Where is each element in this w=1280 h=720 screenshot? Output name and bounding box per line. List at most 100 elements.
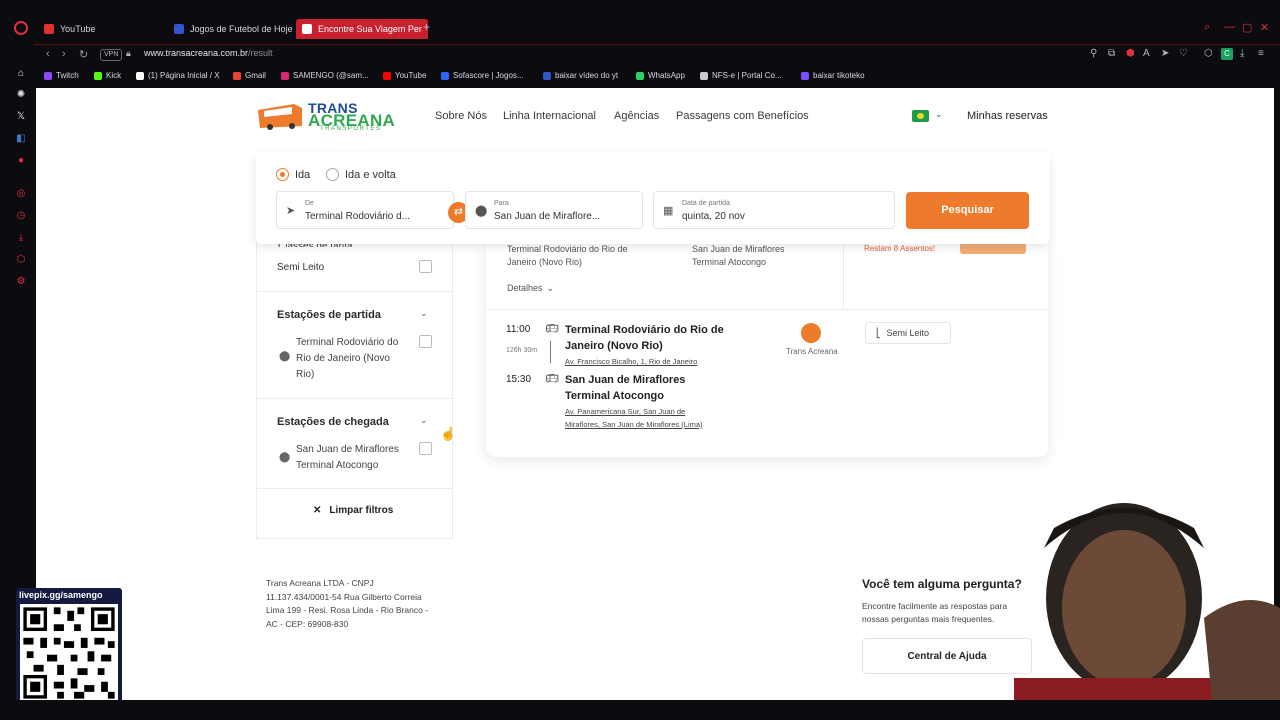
bookmark-kick[interactable]: Kick: [94, 71, 121, 80]
qr-label: livepix.gg/samengo: [19, 590, 103, 600]
profile-icon[interactable]: C: [1221, 48, 1233, 60]
tab-active[interactable]: Encontre Sua Viagem Per: [296, 19, 428, 39]
departure-stations-title[interactable]: Estações de partida: [277, 309, 381, 321]
bookmark-label: NFS-e | Portal Co...: [712, 71, 782, 80]
top-origin-line: Janeiro (Novo Rio): [507, 257, 583, 267]
new-tab-button[interactable]: +: [423, 20, 430, 34]
logo-tagline: TRANSPORTES: [320, 126, 382, 132]
snapshot-icon[interactable]: ⧉: [1108, 48, 1115, 59]
brazil-flag-icon[interactable]: [912, 110, 929, 122]
menu-icon[interactable]: ≡: [1258, 48, 1264, 59]
reload-icon[interactable]: ↻: [79, 48, 88, 61]
tab-label: Encontre Sua Viagem Per: [318, 24, 422, 34]
filter-option-semi-leito: Semi Leito: [277, 262, 325, 273]
bookmark-tikoteko[interactable]: baixar tikoteko: [801, 71, 865, 80]
radio-empty-icon: [326, 168, 339, 181]
x-icon[interactable]: 𝕏: [15, 111, 27, 123]
chevron-down-icon[interactable]: ⌄: [420, 415, 428, 426]
minimize-icon[interactable]: —: [1224, 21, 1235, 33]
top-origin: Terminal Rodoviário do Rio de Janeiro (N…: [507, 243, 628, 269]
company-line: 11.137.434/0001-54 Rua Gilberto Correia: [266, 591, 422, 602]
radio-one-way[interactable]: Ida: [276, 168, 310, 181]
origin-field[interactable]: ➤ De Terminal Rodoviário d...: [276, 191, 454, 229]
settings-icon[interactable]: ⚙: [15, 276, 27, 288]
nav-agencias[interactable]: Agências: [614, 110, 659, 122]
video-icon[interactable]: ●: [15, 155, 27, 167]
arrival-stations-title[interactable]: Estações de chegada: [277, 416, 389, 428]
station-line: Terminal Atocongo: [296, 460, 379, 471]
faq-text: Encontre facilmente as respostas para no…: [862, 600, 1007, 626]
gmail-icon: [233, 71, 241, 80]
nav-passagens-beneficios[interactable]: Passagens com Benefícios: [676, 110, 809, 122]
lock-icon[interactable]: 🔒︎: [126, 48, 131, 59]
bookmark-label: Kick: [106, 71, 122, 80]
top-origin-line: Terminal Rodoviário do Rio de: [507, 244, 628, 254]
destination-address-link[interactable]: Av. Panamericana Sur, San Juan de Mirafl…: [565, 405, 703, 431]
search-tabs-icon[interactable]: ⌕: [1204, 21, 1210, 34]
destination-field[interactable]: ⬤ Para San Juan de Miraflore...: [465, 191, 643, 229]
divider: [843, 243, 844, 309]
bookmark-gmail[interactable]: Gmail: [233, 71, 266, 80]
extensions-icon[interactable]: ⬡: [1204, 48, 1213, 59]
downloads-icon[interactable]: ⤓: [15, 232, 27, 244]
maximize-icon[interactable]: ▢: [1242, 21, 1252, 34]
arrival-station-checkbox[interactable]: [419, 442, 432, 455]
station-line: San Juan de Miraflores: [296, 444, 399, 455]
forward-icon[interactable]: ›: [62, 48, 66, 60]
extensions-icon[interactable]: ⬡: [15, 254, 27, 266]
app-icon[interactable]: ◧: [15, 133, 27, 145]
bookmark-instagram[interactable]: SAMENGO (@sam...: [281, 71, 369, 80]
chevron-down-icon[interactable]: ⌄: [935, 109, 943, 120]
back-icon[interactable]: ‹: [46, 48, 50, 60]
radio-selected-icon: [276, 168, 289, 181]
opera-logo-icon[interactable]: [14, 21, 28, 35]
history-icon[interactable]: ◷: [15, 210, 27, 222]
url-field[interactable]: www.transacreana.com.br/result: [144, 48, 273, 58]
chatgpt-icon[interactable]: ✺: [15, 89, 27, 101]
mouse-cursor-icon: ☝: [440, 426, 457, 441]
chevron-down-icon[interactable]: ⌄: [420, 308, 428, 319]
send-icon[interactable]: ➤: [1161, 48, 1169, 59]
pinboard-icon[interactable]: ◎: [15, 188, 27, 200]
close-icon[interactable]: ✕: [1260, 21, 1269, 34]
chevron-down-icon: ⌄: [546, 283, 555, 293]
origin-label: De: [305, 200, 314, 207]
bookmark-label: baixar vídeo do yt: [555, 71, 619, 80]
clear-filters-button[interactable]: ✕ Limpar filtros: [313, 505, 393, 516]
bookmark-youtube[interactable]: YouTube: [383, 71, 426, 80]
download-icon[interactable]: ⤓: [1240, 48, 1244, 59]
adblock-icon[interactable]: ⬢: [1126, 48, 1135, 59]
bookmark-baixar-video[interactable]: baixar vídeo do yt: [543, 71, 618, 80]
origin-address-link[interactable]: Av. Francisco Bicalho, 1, Rio de Janeiro: [565, 355, 697, 368]
bookmark-whatsapp[interactable]: WhatsApp: [636, 71, 685, 80]
date-field[interactable]: ▦ Data de partida quinta, 20 nov: [653, 191, 895, 229]
home-icon[interactable]: ⌂: [15, 68, 27, 80]
vpn-badge[interactable]: VPN: [100, 49, 123, 61]
page-bottom-edge: [0, 700, 1280, 720]
tab-youtube[interactable]: YouTube: [44, 20, 95, 38]
bookmark-label: (1) Página Inicial / X: [148, 71, 220, 80]
bus-logo-icon[interactable]: [256, 100, 304, 130]
departure-station-checkbox[interactable]: [419, 335, 432, 348]
qr-code-icon: [20, 604, 118, 702]
tab-jogos[interactable]: Jogos de Futebol de Hoje: [174, 20, 293, 38]
bookmark-twitch[interactable]: Twitch: [44, 71, 79, 80]
origin-station-name: Terminal Rodoviário do Rio de Janeiro (N…: [565, 322, 724, 354]
translate-icon[interactable]: A: [1143, 48, 1150, 59]
pin-icon[interactable]: ⚲: [1090, 48, 1097, 59]
bookmark-label: baixar tikoteko: [813, 71, 865, 80]
origin-line: Terminal Rodoviário do Rio de: [565, 324, 724, 336]
radio-round-trip[interactable]: Ida e volta: [326, 168, 396, 181]
destination-label: Para: [494, 200, 509, 207]
heart-icon[interactable]: ♡: [1179, 48, 1188, 59]
bookmark-x[interactable]: (1) Página Inicial / X: [136, 71, 220, 80]
date-value: quinta, 20 nov: [682, 211, 745, 222]
bookmark-sofascore[interactable]: Sofascore | Jogos...: [441, 71, 524, 80]
semi-leito-checkbox[interactable]: [419, 260, 432, 273]
nav-sobre-nos[interactable]: Sobre Nós: [435, 110, 487, 122]
my-reservations-link[interactable]: Minhas reservas: [967, 110, 1048, 122]
search-button[interactable]: Pesquisar: [906, 192, 1029, 229]
details-toggle[interactable]: Detalhes ⌄: [507, 282, 554, 295]
bookmark-nfse[interactable]: NFS-e | Portal Co...: [700, 71, 782, 80]
nav-linha-internacional[interactable]: Linha Internacional: [503, 110, 596, 122]
